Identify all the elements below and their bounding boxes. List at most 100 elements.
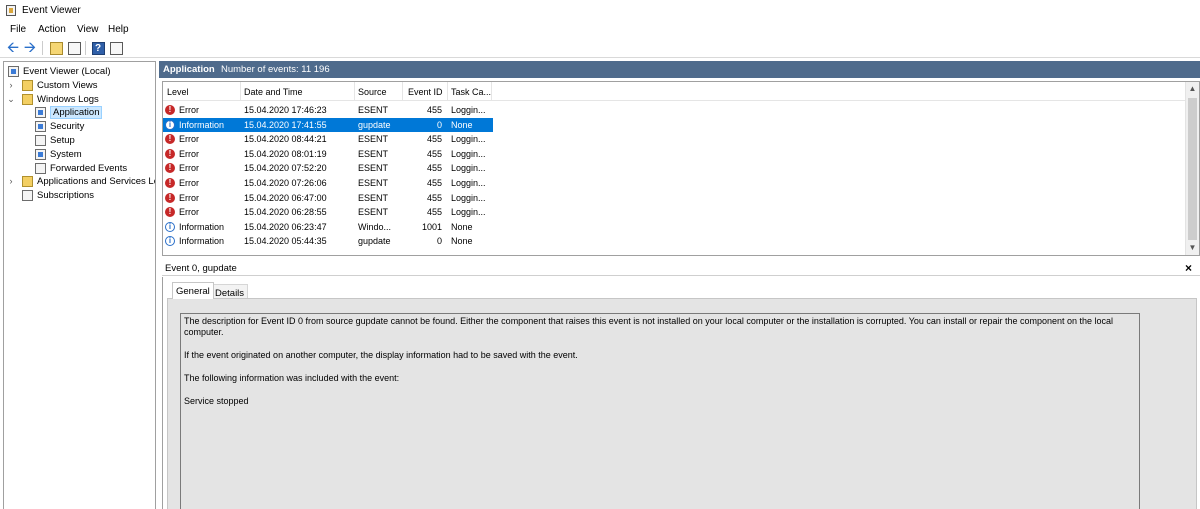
forward-arrow-icon[interactable]: 🡪	[22, 40, 38, 56]
cell-task-category: Loggin...	[451, 105, 486, 115]
grid-header: Level Date and Time Source Event ID Task…	[163, 82, 1185, 101]
chevron-right-icon[interactable]: ›	[6, 176, 16, 186]
scroll-thumb[interactable]	[1188, 98, 1197, 240]
cell-event-id: 455	[426, 105, 442, 115]
cell-level: Information	[179, 236, 225, 247]
description-paragraph: The description for Event ID 0 from sour…	[184, 316, 1114, 337]
cell-source: ESENT	[358, 105, 389, 115]
tab-details[interactable]: Details	[211, 284, 249, 299]
information-icon: i	[165, 236, 175, 247]
properties-icon[interactable]	[108, 40, 124, 56]
chevron-down-icon[interactable]: ⌄	[6, 94, 16, 105]
tree-item-custom-views[interactable]: › Custom Views	[4, 78, 98, 92]
column-divider[interactable]	[491, 82, 492, 101]
tree-item-apps-services-logs[interactable]: › Applications and Services Lo	[4, 174, 155, 188]
cell-event-id: 455	[426, 178, 442, 188]
cell-date-time: 15.04.2020 07:52:20	[244, 163, 327, 174]
error-icon: !	[165, 163, 175, 174]
table-row[interactable]: ! Error 15.04.2020 07:26:06 ESENT 455 Loggin.…	[163, 176, 493, 191]
title-bar: Event Viewer	[0, 0, 1200, 20]
cell-source: ESENT	[358, 207, 389, 218]
log-icon	[35, 148, 46, 160]
table-row[interactable]: i Information 15.04.2020 17:41:55 gupdate 0 N…	[163, 117, 493, 133]
cell-level: Error	[179, 148, 199, 159]
table-row[interactable]: ! Error 15.04.2020 06:47:00 ESENT 455 Loggin.…	[163, 191, 493, 206]
column-divider[interactable]	[447, 82, 448, 101]
information-icon: i	[165, 119, 175, 130]
help-icon[interactable]: ?	[90, 40, 106, 56]
show-hide-tree-icon[interactable]	[66, 40, 82, 56]
cell-task-category: Loggin...	[451, 148, 486, 159]
cell-task-category: Loggin...	[451, 163, 486, 174]
cell-date-time: 15.04.2020 06:23:47	[244, 221, 327, 232]
tree-item-windows-logs[interactable]: ⌄ Windows Logs	[4, 92, 99, 106]
column-divider[interactable]	[354, 82, 355, 101]
cell-task-category: Loggin...	[451, 192, 486, 203]
subscriptions-icon	[22, 189, 33, 201]
tree-item-application[interactable]: Application	[35, 105, 103, 119]
column-divider[interactable]	[240, 82, 241, 101]
cell-date-time: 15.04.2020 08:44:21	[244, 134, 327, 145]
menu-help[interactable]: Help	[108, 24, 129, 35]
cell-level: Error	[179, 178, 199, 188]
error-icon: !	[165, 105, 175, 115]
event-count: Number of events: 11 196	[221, 64, 330, 75]
tree-item-setup[interactable]: Setup	[35, 133, 75, 147]
cell-level: Information	[179, 221, 225, 232]
menu-action[interactable]: Action	[38, 24, 66, 35]
cell-level: Error	[179, 105, 199, 115]
cell-task-category: Loggin...	[451, 207, 486, 218]
log-icon	[35, 106, 46, 118]
menu-view[interactable]: View	[77, 24, 99, 35]
cell-source: gupdate	[358, 236, 391, 247]
tree-item-security[interactable]: Security	[35, 119, 84, 133]
event-viewer-app-icon	[6, 5, 16, 16]
cell-event-id: 0	[436, 236, 442, 247]
cell-event-id: 455	[426, 192, 442, 203]
tab-general[interactable]: General	[172, 282, 214, 299]
table-row[interactable]: i Information 15.04.2020 05:44:35 gupdate 0 N…	[163, 234, 493, 249]
scroll-up-icon[interactable]: ▲	[1186, 82, 1199, 96]
column-header-source[interactable]: Source	[358, 87, 387, 97]
table-row[interactable]: ! Error 15.04.2020 08:01:19 ESENT 455 Loggin.…	[163, 147, 493, 162]
tree-item-system[interactable]: System	[35, 147, 82, 161]
cell-date-time: 15.04.2020 07:26:06	[244, 178, 327, 188]
tree-item-forwarded-events[interactable]: Forwarded Events	[35, 161, 127, 175]
cell-source: gupdate	[358, 119, 391, 130]
table-row[interactable]: i Information 15.04.2020 06:23:47 Windo... 1…	[163, 220, 493, 235]
scroll-down-icon[interactable]: ▼	[1186, 241, 1199, 255]
cell-level: Error	[179, 192, 199, 203]
table-row[interactable]: ! Error 15.04.2020 08:44:21 ESENT 455 Loggin.…	[163, 132, 493, 147]
column-header-event-id[interactable]: Event ID	[408, 87, 443, 97]
table-row[interactable]: ! Error 15.04.2020 17:46:23 ESENT 455 Loggin.…	[163, 103, 493, 118]
cell-source: ESENT	[358, 134, 389, 145]
chevron-right-icon[interactable]: ›	[6, 80, 16, 90]
folder-up-icon[interactable]	[48, 40, 64, 56]
tree-item-label: Application	[50, 105, 103, 119]
table-row[interactable]: ! Error 15.04.2020 06:28:55 ESENT 455 Loggin.…	[163, 205, 493, 220]
event-description[interactable]: The description for Event ID 0 from sour…	[180, 313, 1140, 509]
cell-event-id: 1001	[421, 221, 442, 232]
tree-item-event-viewer-local[interactable]: Event Viewer (Local)	[8, 64, 110, 78]
tree-item-subscriptions[interactable]: Subscriptions	[22, 188, 94, 202]
folder-icon	[22, 93, 33, 105]
menu-bar: File Action View Help	[0, 21, 1200, 37]
table-row[interactable]: ! Error 15.04.2020 07:52:20 ESENT 455 Loggin.…	[163, 161, 493, 176]
tree-item-label: Windows Logs	[37, 93, 99, 105]
general-tab-panel: The description for Event ID 0 from sour…	[167, 298, 1197, 509]
cell-source: ESENT	[358, 178, 389, 188]
column-header-level[interactable]: Level	[167, 87, 189, 97]
tree-item-label: Custom Views	[37, 79, 98, 91]
column-divider[interactable]	[402, 82, 403, 101]
cell-level: Error	[179, 134, 199, 145]
back-arrow-icon[interactable]: 🡨	[5, 40, 21, 56]
cell-date-time: 15.04.2020 17:41:55	[244, 119, 327, 130]
close-icon[interactable]: ×	[1185, 261, 1192, 275]
menu-file[interactable]: File	[10, 24, 26, 35]
cell-task-category: None	[451, 119, 473, 130]
log-icon	[35, 134, 46, 146]
description-paragraph: Service stopped	[184, 396, 249, 406]
vertical-scrollbar[interactable]: ▲ ▼	[1185, 82, 1199, 255]
column-header-date-time[interactable]: Date and Time	[244, 87, 303, 97]
column-header-task-category[interactable]: Task Ca...	[451, 87, 491, 97]
